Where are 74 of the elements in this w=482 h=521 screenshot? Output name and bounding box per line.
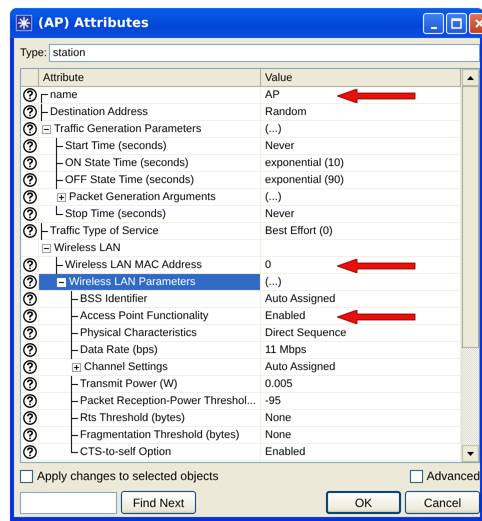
collapse-icon[interactable] (42, 124, 51, 134)
header-cell (21, 69, 39, 87)
maximize-icon (451, 18, 462, 28)
value-cell[interactable]: 11 Mbps (261, 342, 461, 359)
value-cell[interactable]: (...) (261, 189, 461, 206)
tree-connector (41, 223, 48, 240)
cancel-button[interactable]: Cancel (405, 491, 480, 514)
value-cell[interactable]: -95 (261, 393, 461, 410)
value-cell[interactable]: None (261, 427, 461, 444)
ok-button[interactable]: OK (326, 491, 401, 514)
minimize-icon (430, 26, 436, 28)
attribute-cell[interactable]: Fragmentation Threshold (bytes) (39, 427, 261, 444)
value-cell[interactable]: Random (261, 104, 461, 121)
value-cell[interactable]: Auto Assigned (261, 291, 461, 308)
value-cell[interactable]: Auto Assigned (261, 359, 461, 376)
value-cell[interactable]: Enabled (261, 308, 461, 325)
value-cell[interactable] (261, 240, 461, 257)
star-icon (16, 15, 32, 31)
value-cell[interactable]: Never (261, 138, 461, 155)
attribute-cell[interactable]: Wireless LAN Parameters (39, 274, 261, 291)
apply-checkbox-label: Apply changes to selected objects (37, 469, 218, 483)
attribute-cell[interactable]: Wireless LAN (39, 240, 261, 257)
value-cell[interactable]: Never (261, 206, 461, 223)
scroll-up-icon[interactable] (462, 69, 479, 86)
attribute-cell[interactable]: OFF State Time (seconds) (39, 172, 261, 189)
search-field[interactable] (20, 492, 117, 514)
value-cell[interactable]: exponential (90) (261, 172, 461, 189)
scroll-thumb[interactable] (462, 86, 479, 348)
attribute-cell[interactable]: name (39, 87, 261, 104)
attribute-cell[interactable]: ON State Time (seconds) (39, 155, 261, 172)
tree-connector (56, 257, 63, 274)
find-next-button[interactable]: Find Next (121, 491, 196, 514)
attribute-cell[interactable]: BSS Identifier (39, 291, 261, 308)
attribute-cell[interactable]: Rts Threshold (bytes) (39, 410, 261, 427)
attribute-cell[interactable]: Stop Time (seconds) (39, 206, 261, 223)
type-field[interactable]: station (48, 44, 480, 62)
attribute-cell[interactable]: Packet Reception-Power Threshol... (39, 393, 261, 410)
attribute-cell[interactable]: Packet Generation Arguments (39, 189, 261, 206)
advanced-checkbox-label: Advanced (426, 469, 480, 483)
value-cell[interactable]: None (261, 410, 461, 427)
attribute-cell[interactable]: Traffic Generation Parameters (39, 121, 261, 138)
attribute-cell[interactable]: Transmit Power (W) (39, 376, 261, 393)
attribute-cell[interactable]: Channel Settings (39, 359, 261, 376)
expand-icon[interactable] (57, 192, 66, 202)
tree-connector (56, 206, 63, 215)
attribute-cell[interactable]: Start Time (seconds) (39, 138, 261, 155)
value-cell[interactable]: exponential (10) (261, 155, 461, 172)
attribute-cell[interactable]: Traffic Type of Service (39, 223, 261, 240)
scrollbar[interactable] (461, 69, 479, 462)
column-header[interactable]: Value (261, 69, 461, 87)
value-cell[interactable]: Enabled (261, 444, 461, 461)
attribute-cell[interactable]: Data Rate (bps) (39, 342, 261, 359)
value-cell[interactable]: (...) (261, 121, 461, 138)
column-header[interactable]: Attribute (39, 69, 261, 87)
value-cell[interactable]: 0.005 (261, 376, 461, 393)
checkbox[interactable] (410, 470, 423, 482)
attribute-cell[interactable]: Physical Characteristics (39, 325, 261, 342)
minimize-button[interactable] (423, 12, 444, 34)
value-cell[interactable]: Best Effort (0) (261, 223, 461, 240)
window-title: (AP) Attributes (38, 16, 150, 30)
expand-icon[interactable] (72, 362, 81, 372)
collapse-icon[interactable] (42, 244, 51, 252)
value-cell[interactable]: (...) (261, 274, 461, 291)
value-cell[interactable]: AP (261, 87, 461, 104)
attribute-cell[interactable]: Destination Address (39, 104, 261, 121)
attribute-cell[interactable]: CTS-to-self Option (39, 444, 261, 461)
maximize-button[interactable] (446, 12, 467, 34)
checkbox[interactable] (20, 470, 33, 482)
value-cell[interactable]: Direct Sequence (261, 325, 461, 342)
scroll-down-icon[interactable] (462, 445, 479, 462)
value-cell[interactable]: 0 (261, 257, 461, 274)
close-icon (474, 18, 482, 28)
attribute-cell[interactable]: Access Point Functionality (39, 308, 261, 325)
type-label: Type: (20, 47, 47, 59)
